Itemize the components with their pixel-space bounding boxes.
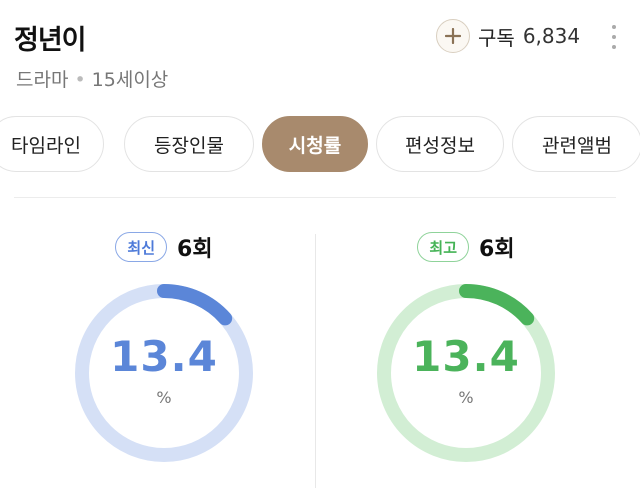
tab-cast[interactable]: 등장인물 [124, 116, 254, 172]
tab-ratings[interactable]: 시청률 [262, 116, 368, 172]
age-rating-label: 15세이상 [91, 69, 169, 91]
subscribe-button[interactable] [436, 19, 470, 53]
highest-rating-value: 13.4 [412, 332, 520, 381]
tab-schedule[interactable]: 편성정보 [376, 116, 504, 172]
plus-icon [445, 28, 461, 44]
program-title: 정년이 [14, 25, 87, 56]
subscribe-control[interactable]: 구독 6,834 [436, 18, 580, 54]
section-divider [14, 197, 616, 198]
program-header: 정년이 드라마 • 15세이상 구독 6,834 [0, 0, 640, 100]
subscriber-count: 6,834 [522, 24, 581, 48]
tab-related-albums[interactable]: 관련앨범 [512, 116, 640, 172]
highest-rating-ring: 13.4 % [375, 282, 557, 464]
tab-timeline[interactable]: 타임라인 [0, 116, 104, 172]
more-vertical-icon[interactable] [604, 22, 624, 52]
latest-episode: 6회 [177, 237, 213, 262]
separator-dot: • [74, 69, 86, 91]
latest-rating-unit: % [156, 388, 172, 407]
subscribe-label[interactable]: 구독 [478, 22, 515, 51]
latest-rating-header: 최신 6회 [14, 230, 314, 264]
latest-rating-value: 13.4 [110, 332, 218, 381]
latest-rating-card: 최신 6회 13.4 % [14, 230, 314, 488]
highest-episode: 6회 [479, 237, 515, 262]
highest-rating-card: 최고 6회 13.4 % [316, 230, 616, 488]
highest-rating-unit: % [458, 388, 474, 407]
genre-label: 드라마 [16, 69, 69, 91]
highest-badge: 최고 [417, 232, 470, 262]
latest-badge: 최신 [115, 232, 168, 262]
highest-rating-header: 최고 6회 [316, 230, 616, 264]
tab-bar: 타임라인 등장인물 시청률 편성정보 관련앨범 [0, 116, 640, 174]
latest-rating-ring: 13.4 % [73, 282, 255, 464]
program-meta: 드라마 • 15세이상 [16, 65, 168, 92]
